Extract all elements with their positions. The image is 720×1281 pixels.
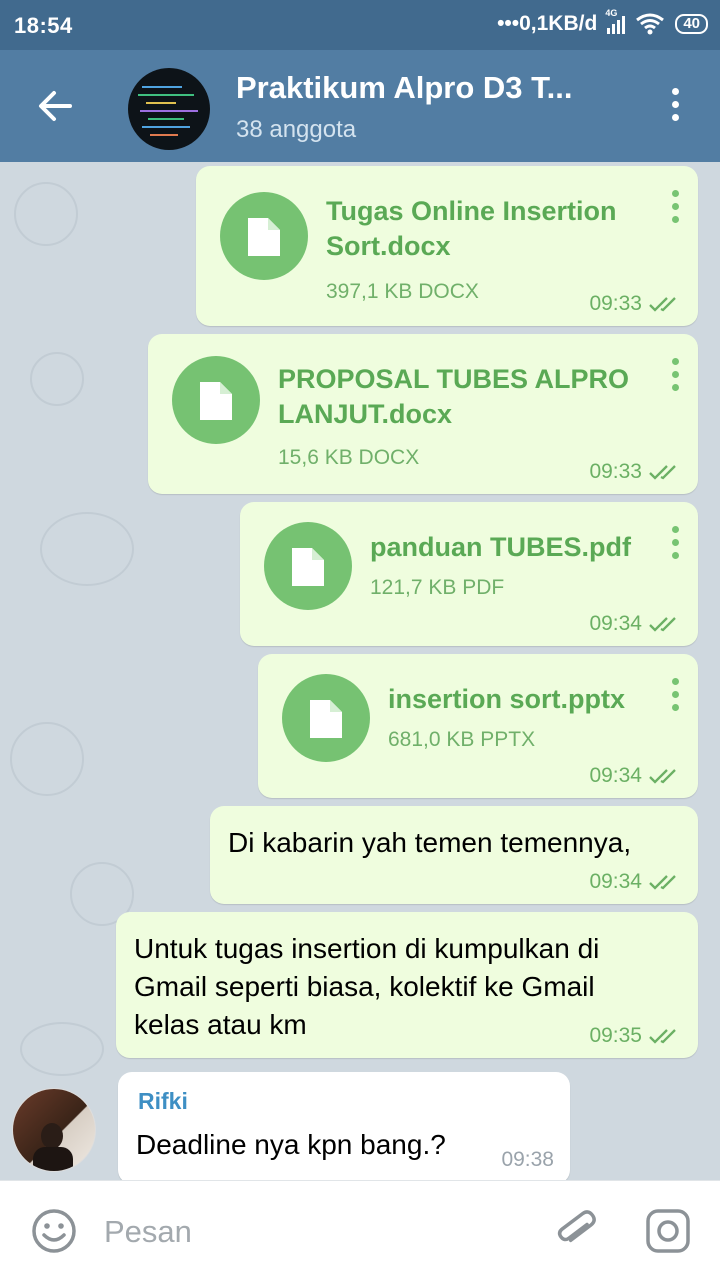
group-avatar[interactable] [128, 68, 210, 150]
more-vert-icon[interactable] [670, 88, 680, 124]
file-menu-icon[interactable] [672, 526, 680, 565]
file-size: 397,1 KB DOCX [326, 280, 479, 303]
chat-title[interactable]: Praktikum Alpro D3 T... [236, 70, 573, 106]
message-meta: 09:33 [589, 292, 684, 316]
member-count: 38 anggota [236, 116, 357, 143]
message-time: 09:34 [589, 870, 642, 893]
message-text: Deadline nya kpn bang.? [136, 1129, 446, 1160]
message-line: kelas atau km [134, 1009, 307, 1040]
camera-icon[interactable] [644, 1207, 692, 1255]
document-file-button[interactable] [282, 674, 370, 762]
document-icon [292, 548, 324, 586]
background-doodle [30, 352, 84, 406]
double-check-icon [649, 617, 676, 632]
attach-icon[interactable] [552, 1207, 600, 1255]
back-arrow-icon[interactable] [36, 88, 76, 124]
document-icon [248, 218, 280, 256]
file-size: 681,0 KB PPTX [388, 728, 536, 751]
file-size: 15,6 KB DOCX [278, 446, 420, 469]
status-time: 18:54 [14, 13, 73, 38]
signal-label: 4G [605, 8, 618, 18]
file-name[interactable]: PROPOSAL TUBES ALPRO LANJUT.docx [278, 362, 629, 432]
file-menu-icon[interactable] [672, 678, 680, 717]
message-input[interactable]: Pesan [104, 1214, 192, 1250]
file-name[interactable]: Tugas Online Insertion Sort.docx [326, 194, 617, 264]
status-bar: 18:54 •••0,1KB/d 4G 40 [0, 0, 720, 50]
document-file-button[interactable] [264, 522, 352, 610]
background-doodle [10, 722, 84, 796]
text-message[interactable]: Di kabarin yah temen temennya, 09:34 [210, 806, 698, 904]
double-check-icon [649, 1029, 676, 1044]
document-file-button[interactable] [220, 192, 308, 280]
emoji-icon[interactable] [30, 1207, 78, 1255]
background-doodle [20, 1022, 104, 1076]
file-message[interactable]: insertion sort.pptx 681,0 KB PPTX 09:34 [258, 654, 698, 798]
signal-icon: 4G [605, 8, 626, 34]
message-line: Di kabarin yah temen temennya, [228, 827, 632, 858]
wifi-icon [636, 13, 665, 35]
incoming-message[interactable]: Rifki Deadline nya kpn bang.? 09:38 [118, 1072, 570, 1180]
file-name[interactable]: insertion sort.pptx [388, 682, 625, 717]
network-speed: •••0,1KB/d [497, 12, 598, 35]
file-message[interactable]: PROPOSAL TUBES ALPRO LANJUT.docx 15,6 KB… [148, 334, 698, 494]
file-name-line: PROPOSAL TUBES ALPRO [278, 364, 630, 394]
message-time: 09:33 [589, 460, 642, 483]
message-line: Untuk tugas insertion di kumpulkan di [134, 933, 600, 964]
battery-icon: 40 [675, 14, 708, 34]
message-text: Di kabarin yah temen temennya, [228, 824, 631, 862]
status-indicators: •••0,1KB/d 4G 40 [497, 8, 708, 36]
file-name-line: Sort.docx [326, 231, 451, 261]
text-message[interactable]: Untuk tugas insertion di kumpulkan di Gm… [116, 912, 698, 1058]
sender-avatar[interactable] [12, 1088, 96, 1172]
double-check-icon [649, 875, 676, 890]
file-menu-icon[interactable] [672, 358, 680, 397]
message-meta: 09:35 [589, 1024, 684, 1048]
file-name-line: LANJUT.docx [278, 399, 453, 429]
double-check-icon [649, 465, 676, 480]
file-name-line: Tugas Online Insertion [326, 196, 617, 226]
message-input-bar: Pesan [0, 1180, 720, 1281]
message-meta: 09:34 [589, 870, 684, 894]
document-icon [310, 700, 342, 738]
document-file-button[interactable] [172, 356, 260, 444]
file-name[interactable]: panduan TUBES.pdf [370, 530, 631, 565]
message-meta: 09:34 [589, 764, 684, 788]
message-time: 09:34 [589, 612, 642, 635]
file-message[interactable]: panduan TUBES.pdf 121,7 KB PDF 09:34 [240, 502, 698, 646]
message-meta: 09:34 [589, 612, 684, 636]
background-doodle [40, 512, 134, 586]
message-meta: 09:38 [501, 1148, 554, 1172]
message-time: 09:35 [589, 1024, 642, 1047]
file-message[interactable]: Tugas Online Insertion Sort.docx 397,1 K… [196, 166, 698, 326]
message-meta: 09:33 [589, 460, 684, 484]
chat-header: Praktikum Alpro D3 T... 38 anggota [0, 50, 720, 162]
double-check-icon [649, 297, 676, 312]
message-list[interactable]: Tugas Online Insertion Sort.docx 397,1 K… [0, 162, 720, 1180]
message-line: Gmail seperti biasa, kolektif ke Gmail [134, 971, 595, 1002]
message-time: 09:34 [589, 764, 642, 787]
message-time: 09:33 [589, 292, 642, 315]
message-text: Untuk tugas insertion di kumpulkan di Gm… [134, 930, 599, 1044]
file-menu-icon[interactable] [672, 190, 680, 229]
file-name-line: insertion sort.pptx [388, 684, 626, 714]
file-size: 121,7 KB PDF [370, 576, 505, 599]
file-name-line: panduan TUBES.pdf [370, 532, 631, 562]
message-time: 09:38 [501, 1148, 554, 1171]
background-doodle [14, 182, 78, 246]
double-check-icon [649, 769, 676, 784]
sender-name[interactable]: Rifki [138, 1088, 188, 1115]
document-icon [200, 382, 232, 420]
